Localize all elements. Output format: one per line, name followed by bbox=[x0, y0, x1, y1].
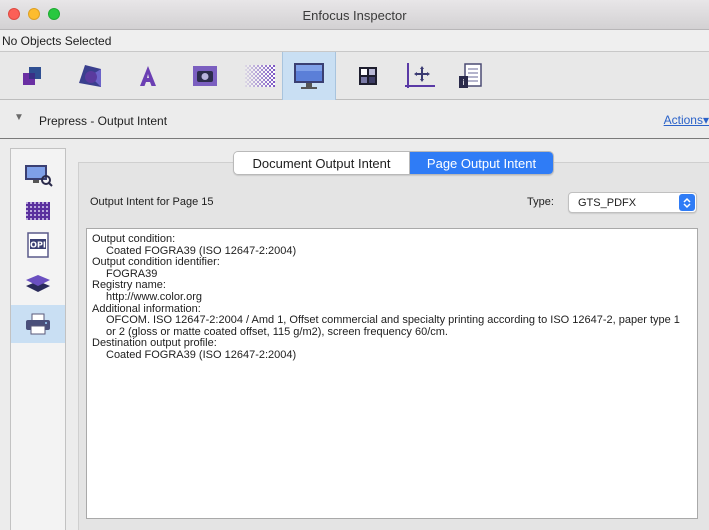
position-icon bbox=[405, 63, 435, 88]
halftone-icon bbox=[26, 202, 50, 220]
tool-position[interactable] bbox=[396, 52, 444, 100]
panel-header: ▼ Prepress - Output Intent Actions▾ bbox=[0, 101, 709, 139]
panel-disclosure-triangle[interactable]: ▼ bbox=[14, 112, 24, 123]
actions-menu-link[interactable]: Actions▾ bbox=[664, 113, 709, 127]
tool-separation[interactable] bbox=[344, 52, 392, 100]
output-intent-details[interactable]: Output condition: Coated FOGRA39 (ISO 12… bbox=[86, 228, 698, 519]
type-select-value: GTS_PDFX bbox=[578, 197, 637, 209]
image-icon bbox=[193, 66, 217, 86]
tool-image[interactable] bbox=[181, 52, 229, 100]
window-title: Enfocus Inspector bbox=[302, 8, 407, 23]
type-select[interactable]: GTS_PDFX bbox=[568, 192, 697, 213]
transparency-icon bbox=[245, 65, 275, 87]
sidebar-item-halftone[interactable] bbox=[11, 193, 65, 229]
identifier-label: Output condition identifier: bbox=[92, 256, 220, 269]
tab-page-output-intent[interactable]: Page Output Intent bbox=[410, 152, 553, 174]
text-icon bbox=[140, 66, 156, 86]
layers-icon bbox=[26, 275, 50, 292]
tool-document-info[interactable]: i bbox=[446, 52, 494, 100]
select-arrows-icon bbox=[679, 194, 695, 211]
opi-icon: OPI bbox=[27, 232, 49, 258]
prepress-monitor-icon bbox=[294, 63, 324, 89]
selection-status: No Objects Selected bbox=[0, 30, 709, 52]
tool-transparency[interactable] bbox=[236, 52, 284, 100]
opi-icon-label: OPI bbox=[30, 241, 46, 250]
svg-text:i: i bbox=[462, 78, 464, 87]
sidebar-item-opi[interactable]: OPI bbox=[11, 227, 65, 263]
document-info-icon: i bbox=[459, 63, 482, 88]
printer-icon bbox=[26, 313, 50, 335]
object-properties-icon bbox=[23, 67, 41, 85]
tool-prepress[interactable] bbox=[282, 52, 336, 100]
additional-info-value: OFCOM. ISO 12647-2:2004 / Amd 1, Offset … bbox=[106, 314, 680, 338]
output-condition-label: Output condition: bbox=[92, 233, 176, 245]
tab-document-output-intent[interactable]: Document Output Intent bbox=[234, 152, 410, 174]
fill-stroke-icon bbox=[79, 65, 101, 87]
registry-value: http://www.color.org bbox=[106, 290, 202, 303]
sidebar-item-output-intent[interactable] bbox=[11, 305, 65, 343]
type-label: Type: bbox=[527, 196, 554, 208]
tool-fill-stroke[interactable] bbox=[66, 52, 114, 100]
identifier-value: FOGRA39 bbox=[106, 267, 158, 280]
page-output-intent-label: Output Intent for Page 15 bbox=[90, 196, 214, 208]
category-sidebar: OPI bbox=[10, 148, 66, 530]
tool-object-properties[interactable] bbox=[8, 52, 56, 100]
inspector-toolbar: i bbox=[0, 52, 709, 100]
tool-text[interactable] bbox=[124, 52, 172, 100]
sidebar-item-preview[interactable] bbox=[11, 157, 65, 193]
profile-value: Coated FOGRA39 (ISO 12647-2:2004) bbox=[106, 348, 297, 361]
separation-icon bbox=[359, 67, 377, 85]
output-intent-tabs: Document Output Intent Page Output Inten… bbox=[233, 151, 554, 175]
sidebar-item-layers[interactable] bbox=[11, 265, 65, 301]
panel-title: Prepress - Output Intent bbox=[39, 114, 168, 128]
title-bar: Enfocus Inspector bbox=[0, 0, 709, 30]
preview-icon bbox=[25, 165, 53, 187]
